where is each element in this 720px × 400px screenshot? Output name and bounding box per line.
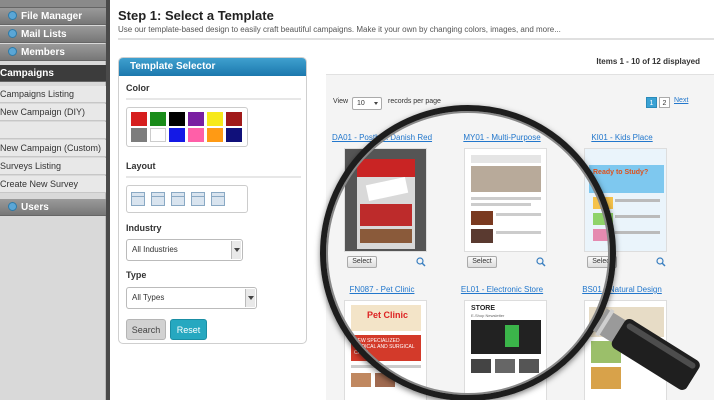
sidebar-item-new-campaign-custom[interactable]: New Campaign (Custom) [0, 140, 106, 157]
app: File Manager Mail Lists Members Campaign… [0, 0, 720, 400]
type-select[interactable]: All Types [126, 287, 257, 309]
view-label: View [333, 98, 349, 105]
sidebar-item-obscured[interactable] [0, 122, 106, 139]
magnifying-glass-icon [320, 105, 616, 400]
records-per-page-label: records per page [388, 98, 441, 105]
search-button[interactable]: Search [126, 319, 166, 340]
layout-label: Layout [126, 161, 156, 171]
page-subtitle: Use our template-based design to easily … [118, 25, 561, 34]
color-swatch-grid [126, 107, 248, 147]
template-selector-panel: Template Selector Color Layout Industry … [118, 57, 307, 344]
layout-two-column-icon[interactable] [171, 192, 185, 206]
layout-options [126, 185, 248, 213]
plus-icon [8, 11, 17, 20]
thumb-image [351, 373, 371, 387]
page-1-button[interactable]: 1 [646, 97, 657, 108]
thumb-text-line [615, 199, 660, 202]
divider [118, 38, 714, 40]
page-title: Step 1: Select a Template [118, 8, 274, 23]
type-label: Type [126, 270, 147, 280]
color-swatch[interactable] [226, 112, 242, 126]
color-swatch[interactable] [150, 112, 166, 126]
layout-sidebar-left-icon[interactable] [151, 192, 165, 206]
sidebar-top-edge [0, 0, 106, 8]
color-swatch[interactable] [207, 128, 223, 142]
chevron-down-icon [231, 241, 241, 259]
color-swatch[interactable] [169, 112, 185, 126]
color-swatch[interactable] [150, 128, 166, 142]
industry-select[interactable]: All Industries [126, 239, 243, 261]
color-swatch[interactable] [131, 112, 147, 126]
chevron-down-icon [245, 289, 255, 307]
layout-grid-icon[interactable] [131, 192, 145, 206]
zoom-icon[interactable] [656, 257, 666, 267]
sidebar-item-campaigns-listing[interactable]: Campaigns Listing [0, 86, 106, 103]
industry-label: Industry [126, 223, 162, 233]
items-count: Items 1 - 10 of 12 displayed [596, 57, 700, 66]
divider [126, 176, 301, 178]
plus-icon [8, 202, 17, 211]
color-label: Color [126, 83, 150, 93]
thumb-image [591, 367, 621, 389]
color-swatch[interactable] [207, 112, 223, 126]
sidebar-item-new-campaign-diy[interactable]: New Campaign (DIY) [0, 104, 106, 121]
color-swatch[interactable] [188, 112, 204, 126]
divider [126, 98, 301, 100]
page-2-button[interactable]: 2 [659, 97, 670, 108]
thumb-text-line [615, 215, 660, 218]
color-swatch[interactable] [226, 128, 242, 142]
sidebar-header-campaigns[interactable]: Campaigns [0, 65, 106, 82]
panel-heading: Template Selector [119, 58, 306, 76]
sidebar-item-surveys-listing[interactable]: Surveys Listing [0, 158, 106, 175]
pagination-toolbar: View 10 records per page 1 2 Next [326, 97, 714, 111]
plus-icon [8, 47, 17, 56]
thumb-text-line [615, 231, 660, 234]
sidebar: File Manager Mail Lists Members Campaign… [0, 0, 106, 400]
sidebar-header-members[interactable]: Members [0, 44, 106, 61]
reset-button[interactable]: Reset [170, 319, 207, 340]
sidebar-header-users[interactable]: Users [0, 199, 106, 216]
template-title-link[interactable]: KI01 - Kids Place [566, 133, 678, 142]
thumb-hero-text: Ready to Study? [593, 169, 649, 176]
plus-icon [8, 29, 17, 38]
color-swatch[interactable] [169, 128, 185, 142]
color-swatch[interactable] [131, 128, 147, 142]
sidebar-item-create-new-survey[interactable]: Create New Survey [0, 176, 106, 193]
layout-single-column-icon[interactable] [211, 192, 225, 206]
next-page-link[interactable]: Next [674, 97, 688, 104]
sidebar-header-mail-lists[interactable]: Mail Lists [0, 26, 106, 43]
layout-sidebar-right-icon[interactable] [191, 192, 205, 206]
sidebar-header-file-manager[interactable]: File Manager [0, 8, 106, 25]
records-per-page-select[interactable]: 10 [352, 97, 382, 110]
color-swatch[interactable] [188, 128, 204, 142]
